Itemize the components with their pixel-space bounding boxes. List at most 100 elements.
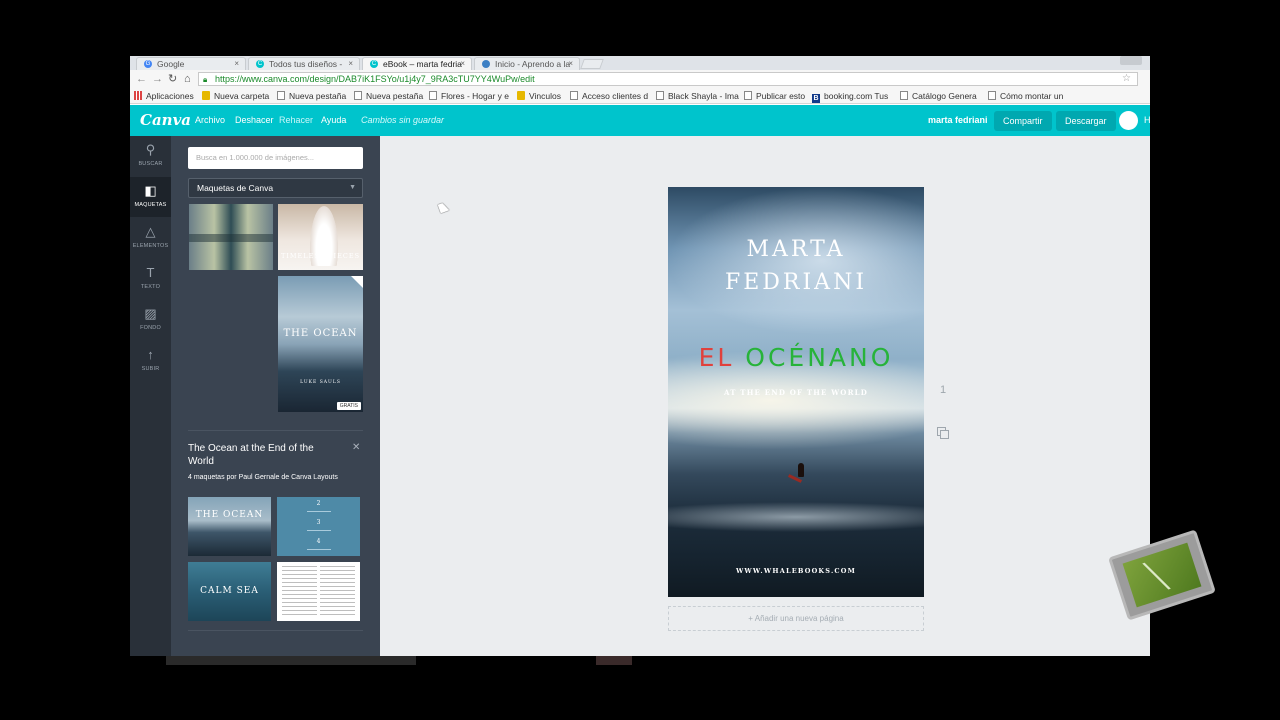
user-name[interactable]: marta fedriani (928, 115, 988, 125)
canva-toolbar: Canva Archivo Deshacer Rehacer Ayuda Cam… (130, 105, 1150, 136)
book-subtitle[interactable]: AT THE END OF THE WORLD (668, 388, 924, 397)
page-icon (988, 91, 996, 100)
bookmark-como-montar[interactable]: Cómo montar un (988, 90, 1063, 102)
thumbnail-caption: TIMELESS PIECES (280, 252, 361, 260)
bookmark-star-icon[interactable]: ☆ (1122, 73, 1131, 85)
collection-thumbnail[interactable] (277, 562, 360, 621)
rail-item-label: MAQUETAS (134, 202, 167, 208)
forward-icon[interactable]: → (152, 72, 163, 86)
avatar[interactable] (1119, 111, 1138, 130)
bookmark-nueva-carpeta[interactable]: Nueva carpeta (202, 90, 269, 102)
url-field[interactable]: 🔒︎ https://www.canva.com/design/DAB7iK1F… (198, 72, 1138, 86)
canva-icon: C (256, 60, 264, 68)
close-icon[interactable]: × (234, 58, 239, 70)
rail-item-buscar[interactable]: ⚲ BUSCAR (130, 136, 171, 176)
page-icon (277, 91, 285, 100)
author-line-2[interactable]: FEDRIANI (668, 270, 924, 295)
booking-icon: B (812, 94, 820, 103)
design-page[interactable]: MARTA FEDRIANI EL OCÉNANO AT THE END OF … (668, 187, 924, 597)
page-icon (900, 91, 908, 100)
image-search-input[interactable]: Busca en 1.000.000 de imágenes... (188, 147, 363, 169)
close-icon[interactable]: × (460, 58, 465, 70)
layout-thumbnail[interactable]: THE OCEAN LUKE SAULS GRATIS (278, 276, 363, 412)
bookmark-booking[interactable]: Bbooking.com Tus (812, 90, 888, 103)
tab-label: Todos tus diseños - (269, 59, 343, 69)
bookmark-label: Vinculos (529, 91, 561, 101)
chapter-number: 2 (316, 500, 321, 507)
add-page-button[interactable]: + Añadir una nueva página (668, 606, 924, 631)
close-icon[interactable]: × (348, 58, 353, 70)
layout-thumbnail[interactable]: TIMELESS PIECES (278, 204, 363, 270)
canva-logo[interactable]: Canva (140, 111, 191, 129)
tab-todos-tus-disenos[interactable]: C Todos tus diseños - × (248, 57, 360, 70)
window-controls[interactable] (1120, 56, 1142, 65)
account-menu-label[interactable]: H (1144, 115, 1150, 125)
collection-thumbnail[interactable]: 2 3 4 (277, 497, 360, 556)
text-column (282, 566, 317, 618)
page-icon (656, 91, 664, 100)
tab-label: Inicio - Aprendo a la (495, 59, 571, 69)
thumbnail-caption: THE OCEAN (283, 328, 358, 339)
divider (188, 630, 363, 631)
book-title[interactable]: EL OCÉNANO (668, 343, 924, 372)
rail-item-maquetas[interactable]: ◧ MAQUETAS (130, 177, 171, 217)
share-button[interactable]: Compartir (994, 111, 1052, 131)
address-bar-row: ← → ↻ ⌂ 🔒︎ https://www.canva.com/design/… (130, 70, 1150, 88)
bookmark-flores[interactable]: Flores - Hogar y e (429, 90, 509, 102)
back-icon[interactable]: ← (136, 72, 147, 86)
menu-rehacer[interactable]: Rehacer (279, 115, 313, 125)
rail-item-elementos[interactable]: △ ELEMENTOS (130, 218, 171, 258)
url-text: https://www.canva.com/design/DAB7iK1FSYo… (215, 74, 535, 84)
rail-item-subir[interactable]: ↑ SUBIR (130, 341, 171, 381)
bookmark-label: Catálogo Genera (912, 91, 977, 101)
close-icon[interactable]: × (568, 58, 573, 70)
taskbar-item[interactable] (596, 656, 632, 665)
download-button[interactable]: Descargar (1056, 111, 1116, 131)
website-text[interactable]: WWW.WHALEBOOKS.COM (668, 567, 924, 575)
folder-icon (517, 91, 525, 100)
layout-thumbnail[interactable] (189, 204, 273, 270)
menu-deshacer[interactable]: Deshacer (235, 115, 274, 125)
save-status: Cambios sin guardar (361, 115, 445, 125)
bookmark-nueva-pestana-2[interactable]: Nueva pestaña (354, 90, 423, 102)
taskbar-item[interactable] (166, 656, 416, 665)
home-icon[interactable]: ⌂ (184, 72, 191, 86)
bookmark-aplicaciones[interactable]: Aplicaciones (134, 90, 194, 102)
author-line-1[interactable]: MARTA (668, 237, 924, 262)
bookmark-nueva-pestana[interactable]: Nueva pestaña (277, 90, 346, 102)
bookmark-vinculos[interactable]: Vinculos (517, 90, 561, 102)
sea-wave (668, 487, 924, 547)
canva-icon: C (370, 60, 378, 68)
tab-ebook[interactable]: C eBook – marta fedria × (362, 57, 472, 70)
layout-source-select[interactable]: Maquetas de Canva ▼ (188, 178, 363, 198)
design-canvas[interactable]: MARTA FEDRIANI EL OCÉNANO AT THE END OF … (380, 136, 1150, 656)
lock-icon: 🔒︎ (203, 75, 208, 84)
reload-icon[interactable]: ↻ (168, 72, 177, 86)
bookmark-label: Black Shayla - Ima (668, 91, 739, 101)
menu-archivo[interactable]: Archivo (195, 115, 225, 125)
duplicate-page-icon[interactable] (937, 427, 949, 439)
rail-item-label: SUBIR (141, 366, 160, 372)
divider (307, 511, 331, 512)
rail-item-label: ELEMENTOS (132, 243, 169, 249)
folder-icon (202, 91, 210, 100)
rail-item-texto[interactable]: T TEXTO (130, 259, 171, 299)
menu-ayuda[interactable]: Ayuda (321, 115, 346, 125)
bookmark-publicar-esto[interactable]: Publicar esto (744, 90, 805, 102)
collection-thumbnail[interactable]: CALM SEA (188, 562, 271, 621)
close-icon[interactable]: ✕ (352, 442, 360, 453)
bookmark-label: Acceso clientes d (582, 91, 649, 101)
apps-grid-icon (134, 91, 142, 100)
taskbar (0, 656, 1280, 665)
tab-google[interactable]: G Google × (136, 57, 246, 70)
collection-thumbnail[interactable]: THE OCEAN (188, 497, 271, 556)
bookmark-acceso-clientes[interactable]: Acceso clientes d (570, 90, 648, 102)
bookmark-label: Nueva pestaña (289, 91, 347, 101)
new-tab-button[interactable] (580, 59, 604, 69)
thumbnail-caption: CALM SEA (200, 586, 259, 596)
bookmark-catalogo[interactable]: Catálogo Genera (900, 90, 977, 102)
tab-inicio[interactable]: Inicio - Aprendo a la × (474, 57, 580, 70)
bookmark-label: Aplicaciones (146, 91, 194, 101)
bookmark-black-shayla[interactable]: Black Shayla - Ima (656, 90, 739, 102)
rail-item-fondo[interactable]: ▨ FONDO (130, 300, 171, 340)
